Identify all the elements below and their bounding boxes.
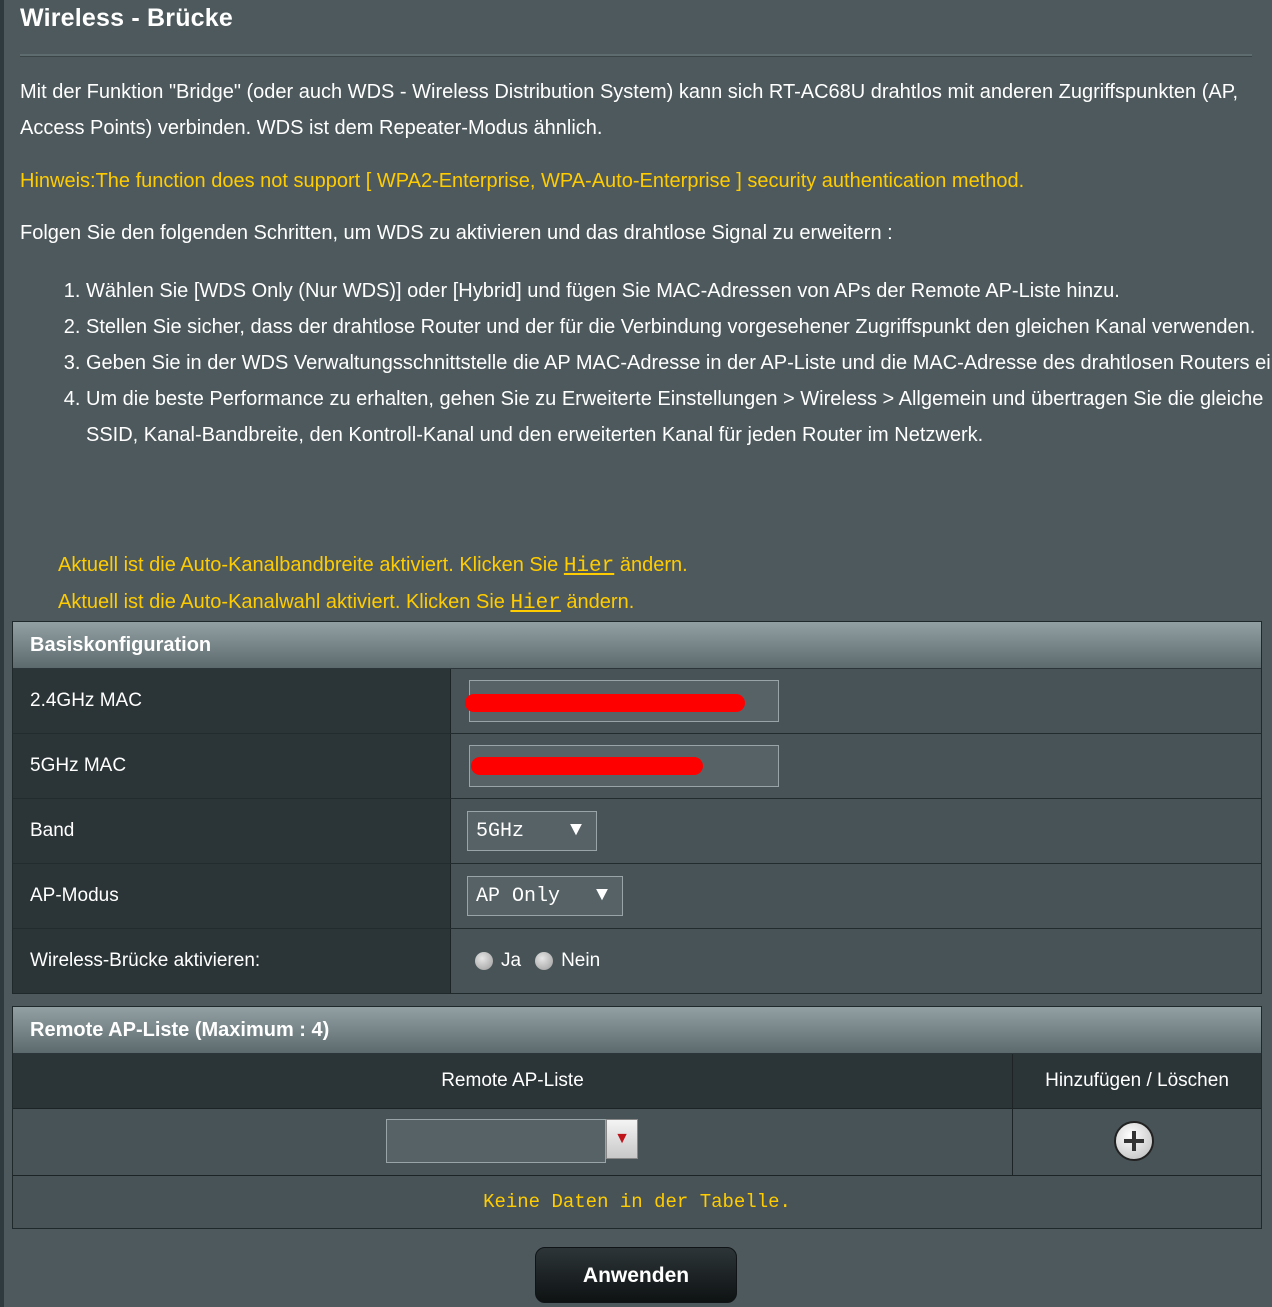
ap-mode-select-value: AP Only <box>476 884 561 908</box>
channel-change-link[interactable]: Hier <box>510 592 560 615</box>
basic-config-header: Basiskonfiguration <box>13 622 1261 669</box>
band-row: Band 5GHz ▼ <box>13 799 1261 864</box>
band-cell: 5GHz ▼ <box>451 799 1261 863</box>
bandwidth-notice-prefix: Aktuell ist die Auto-Kanalbandbreite akt… <box>58 554 564 576</box>
mac5-row: 5GHz MAC <box>13 734 1261 799</box>
bridge-enable-label: Wireless-Brücke aktivieren: <box>13 929 451 993</box>
remote-ap-input-row: ▼ <box>13 1109 1261 1176</box>
basic-config-panel: Basiskonfiguration 2.4GHz MAC 5GHz MAC B… <box>12 621 1262 994</box>
mac5-cell <box>451 734 1261 798</box>
bridge-enable-cell: Ja Nein <box>451 929 1261 993</box>
column-remote-ap-list: Remote AP-Liste <box>13 1054 1013 1108</box>
channel-notice: Aktuell ist die Auto-Kanalwahl aktiviert… <box>58 584 634 622</box>
bridge-no-label: Nein <box>561 950 601 971</box>
mac24-cell <box>451 669 1261 733</box>
empty-table-message: Keine Daten in der Tabelle. <box>13 1176 1261 1228</box>
title-divider <box>20 54 1252 57</box>
channel-notice-prefix: Aktuell ist die Auto-Kanalwahl aktiviert… <box>58 591 511 613</box>
bridge-yes-label: Ja <box>501 950 522 971</box>
remote-ap-table-header: Remote AP-Liste Hinzufügen / Löschen <box>13 1054 1261 1109</box>
band-select[interactable]: 5GHz ▼ <box>467 811 597 851</box>
chevron-down-icon: ▼ <box>595 884 608 907</box>
steps-list: Wählen Sie [WDS Only (Nur WDS)] oder [Hy… <box>38 273 1272 453</box>
bridge-radio-group: Ja Nein <box>475 950 614 972</box>
bandwidth-notice: Aktuell ist die Auto-Kanalbandbreite akt… <box>58 547 688 585</box>
mac24-row: 2.4GHz MAC <box>13 669 1261 734</box>
mac5-label: 5GHz MAC <box>13 734 451 798</box>
page-title: Wireless - Brücke <box>20 4 233 32</box>
remote-ap-panel: Remote AP-Liste (Maximum : 4) Remote AP-… <box>12 1006 1262 1229</box>
ap-mode-row: AP-Modus AP Only ▼ <box>13 864 1261 929</box>
step-item: Geben Sie in der WDS Verwaltungsschnitts… <box>86 345 1272 381</box>
bridge-enable-row: Wireless-Brücke aktivieren: Ja Nein <box>13 929 1261 993</box>
remote-ap-header: Remote AP-Liste (Maximum : 4) <box>13 1007 1261 1054</box>
remote-ap-mac-input[interactable] <box>386 1119 606 1163</box>
channel-notice-suffix: ändern. <box>560 591 635 613</box>
plus-circle-icon[interactable] <box>1114 1121 1154 1161</box>
band-label: Band <box>13 799 451 863</box>
column-add-delete: Hinzufügen / Löschen <box>1045 1070 1229 1091</box>
bridge-no-radio[interactable] <box>535 952 554 970</box>
left-edge-border <box>0 0 4 1307</box>
bridge-yes-radio[interactable] <box>475 952 493 970</box>
ap-mode-label: AP-Modus <box>13 864 451 928</box>
mac24-label: 2.4GHz MAC <box>13 669 451 733</box>
apply-button[interactable]: Anwenden <box>535 1247 737 1303</box>
redaction-mark <box>471 757 703 775</box>
step-item: Um die beste Performance zu erhalten, ge… <box>86 381 1272 453</box>
step-item: Stellen Sie sicher, dass der drahtlose R… <box>86 309 1272 345</box>
page-description: Mit der Funktion "Bridge" (oder auch WDS… <box>20 81 1239 139</box>
remote-ap-dropdown-button[interactable]: ▼ <box>606 1119 638 1159</box>
ap-mode-select[interactable]: AP Only ▼ <box>467 876 623 916</box>
add-cell <box>1013 1109 1261 1175</box>
steps-intro: Folgen Sie den folgenden Schritten, um W… <box>20 222 893 244</box>
chevron-down-icon: ▼ <box>569 819 582 842</box>
security-hint: Hinweis:The function does not support [ … <box>20 170 1025 192</box>
bandwidth-notice-suffix: ändern. <box>614 554 688 576</box>
bandwidth-change-link[interactable]: Hier <box>564 555 614 578</box>
remote-ap-input-cell: ▼ <box>13 1109 1013 1175</box>
ap-mode-cell: AP Only ▼ <box>451 864 1261 928</box>
redaction-mark <box>465 694 745 712</box>
step-item: Wählen Sie [WDS Only (Nur WDS)] oder [Hy… <box>86 273 1272 309</box>
band-select-value: 5GHz <box>476 819 525 843</box>
